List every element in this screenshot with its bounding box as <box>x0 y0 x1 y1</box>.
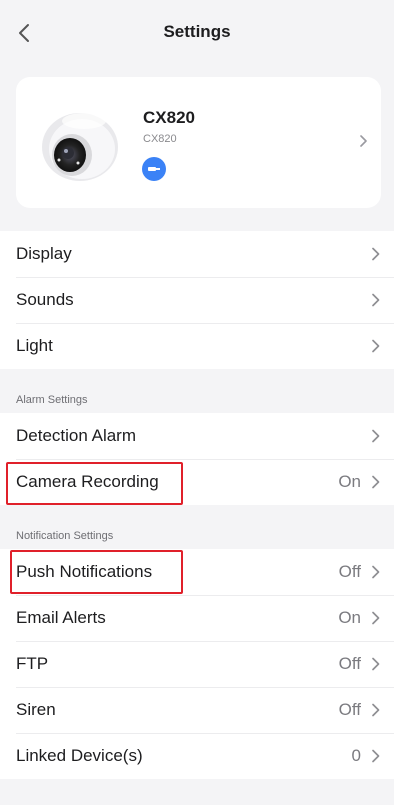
chevron-right-icon <box>372 703 380 717</box>
device-name: CX820 <box>143 108 195 127</box>
siren-row[interactable]: Siren Off <box>0 687 394 733</box>
chevron-right-icon <box>372 293 380 307</box>
ftp-row[interactable]: FTP Off <box>0 641 394 687</box>
device-card[interactable]: CX820 CX820 <box>16 77 381 208</box>
camera-recording-row[interactable]: Camera Recording On <box>0 459 394 505</box>
general-settings-list: Display Sounds Light <box>0 231 394 369</box>
alarm-settings-list: Detection Alarm Camera Recording On <box>0 413 394 505</box>
display-row[interactable]: Display <box>0 231 394 277</box>
sounds-row[interactable]: Sounds <box>0 277 394 323</box>
row-label: Light <box>16 336 53 355</box>
detection-alarm-row[interactable]: Detection Alarm <box>0 413 394 459</box>
row-value: On <box>338 472 361 491</box>
linked-devices-row[interactable]: Linked Device(s) 0 <box>0 733 394 779</box>
chevron-right-icon <box>372 749 380 763</box>
chevron-right-icon <box>372 657 380 671</box>
row-value: Off <box>338 654 361 673</box>
row-value: Off <box>338 562 361 581</box>
chevron-right-icon <box>372 429 380 443</box>
row-label: Siren <box>16 700 56 719</box>
chevron-right-icon <box>372 565 380 579</box>
chevron-right-icon <box>372 611 380 625</box>
push-notifications-row[interactable]: Push Notifications Off <box>0 549 394 595</box>
row-value: On <box>338 608 361 627</box>
row-label: Camera Recording <box>16 472 159 491</box>
camera-thumbnail <box>42 113 118 181</box>
top-bar: Settings <box>0 0 394 66</box>
notification-section-title: Notification Settings <box>16 530 114 542</box>
email-alerts-row[interactable]: Email Alerts On <box>0 595 394 641</box>
page-title: Settings <box>163 22 231 41</box>
chevron-right-icon <box>372 247 380 261</box>
chevron-right-icon <box>372 475 380 489</box>
row-label: Display <box>16 244 72 263</box>
row-value: Off <box>338 700 361 719</box>
row-label: Linked Device(s) <box>16 746 143 765</box>
chevron-right-icon <box>372 339 380 353</box>
light-row[interactable]: Light <box>0 323 394 369</box>
chevron-right-icon <box>360 135 367 147</box>
ethernet-icon <box>142 157 166 181</box>
row-label: Sounds <box>16 290 74 309</box>
alarm-section-title: Alarm Settings <box>16 394 88 406</box>
device-model: CX820 <box>143 133 177 145</box>
row-value: 0 <box>351 746 361 765</box>
row-label: Email Alerts <box>16 608 106 627</box>
notification-settings-list: Push Notifications Off Email Alerts On F… <box>0 549 394 779</box>
row-label: FTP <box>16 654 49 673</box>
row-label: Push Notifications <box>16 562 153 581</box>
row-label: Detection Alarm <box>16 426 136 445</box>
